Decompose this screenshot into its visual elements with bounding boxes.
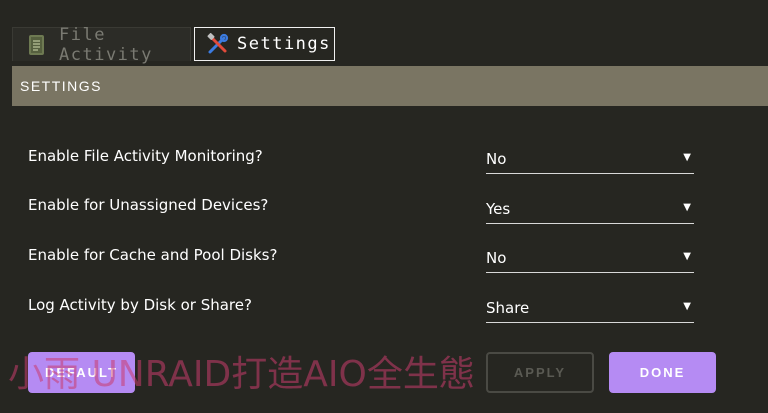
- tab-bar: File Activity Settings: [0, 0, 768, 66]
- select-cache-pool-value: No: [486, 249, 507, 267]
- chevron-down-icon: ▼: [683, 301, 691, 312]
- done-button[interactable]: DONE: [609, 352, 716, 393]
- tab-file-activity-label: File Activity: [59, 24, 153, 65]
- chevron-down-icon: ▼: [683, 202, 691, 213]
- chevron-down-icon: ▼: [683, 152, 691, 163]
- setting-label-cache-pool: Enable for Cache and Pool Disks?: [28, 246, 278, 264]
- apply-button[interactable]: APPLY: [486, 352, 594, 393]
- setting-label-unassigned: Enable for Unassigned Devices?: [28, 196, 269, 214]
- setting-label-monitoring: Enable File Activity Monitoring?: [28, 147, 263, 165]
- section-header: SETTINGS: [12, 66, 768, 106]
- select-cache-pool[interactable]: No ▼: [486, 245, 694, 273]
- tab-settings-label: Settings: [237, 34, 331, 54]
- default-button[interactable]: DEFAULT: [28, 352, 135, 393]
- chevron-down-icon: ▼: [683, 251, 691, 262]
- notebook-icon: [27, 34, 47, 56]
- select-unassigned[interactable]: Yes ▼: [486, 196, 694, 224]
- select-monitoring[interactable]: No ▼: [486, 146, 694, 174]
- section-title: SETTINGS: [20, 78, 103, 94]
- select-log-by-value: Share: [486, 299, 530, 317]
- setting-label-log-by: Log Activity by Disk or Share?: [28, 296, 252, 314]
- tools-icon: [207, 33, 229, 55]
- tab-file-activity[interactable]: File Activity: [12, 25, 191, 65]
- select-monitoring-value: No: [486, 150, 507, 168]
- select-unassigned-value: Yes: [486, 200, 511, 218]
- select-log-by[interactable]: Share ▼: [486, 295, 694, 323]
- settings-page: File Activity Settings SETTINGS Enable F…: [0, 0, 768, 413]
- tab-settings[interactable]: Settings: [194, 27, 335, 61]
